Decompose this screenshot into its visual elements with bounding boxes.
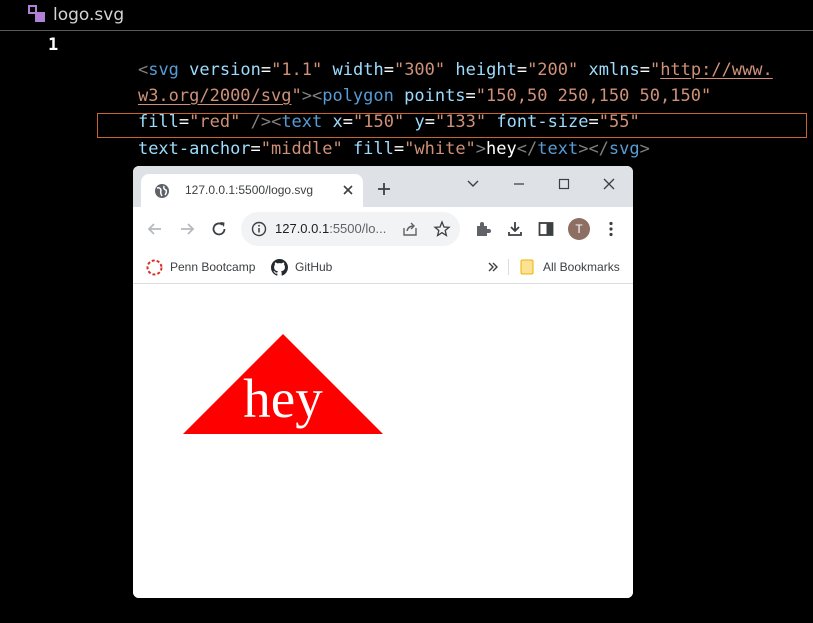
maximize-icon[interactable] [549,172,579,196]
side-panel-icon[interactable] [536,219,556,239]
bookmarks-separator [508,259,509,275]
reload-icon[interactable] [209,219,229,239]
editor-tab-bar: logo.svg [0,0,813,31]
back-arrow-icon[interactable] [145,219,165,239]
close-tab-icon[interactable] [339,181,357,199]
browser-toolbar: 127.0.0.1:5500/lo... T [133,207,633,251]
code-line-4: text-anchor="middle" fill="white">hey</t… [137,139,650,159]
all-bookmarks-folder[interactable]: All Bookmarks [520,251,620,283]
address-bar[interactable]: 127.0.0.1:5500/lo... [241,212,460,246]
folder-icon [520,259,534,275]
tab-search-icon[interactable] [458,172,488,196]
bookmarks-bar: Penn Bootcamp GitHub All Bookmarks [133,251,633,284]
minimize-icon[interactable] [504,172,534,196]
globe-icon [155,184,169,198]
address-text: 127.0.0.1:5500/lo... [275,221,387,236]
line-number: 1 [48,35,59,55]
github-icon [271,258,288,276]
new-tab-icon[interactable] [376,181,392,197]
bookmark-star-icon[interactable] [433,220,451,238]
more-menu-icon[interactable] [601,219,621,239]
more-bookmarks-icon[interactable] [485,259,501,275]
forward-arrow-icon[interactable] [177,219,197,239]
close-window-icon[interactable] [594,172,624,196]
code-line-1: <svg version="1.1" width="300" height="2… [137,60,773,80]
rendered-svg-logo: hey [183,334,383,434]
bookmark-github[interactable]: GitHub [271,251,332,283]
extensions-puzzle-icon[interactable] [473,219,493,239]
profile-avatar[interactable]: T [568,218,590,240]
browser-tab[interactable]: 127.0.0.1:5500/logo.svg [141,174,363,207]
site-info-icon[interactable] [251,221,267,237]
code-line-2: w3.org/2000/svg"><polygon points="150,50… [137,86,712,106]
page-viewport: hey [133,284,633,598]
browser-titlebar: 127.0.0.1:5500/logo.svg [133,166,633,207]
code-line-3: fill="red" /><text x="150" y="133" font-… [137,112,640,132]
tab-title: 127.0.0.1:5500/logo.svg [185,183,314,197]
svg-file-icon [28,5,45,22]
browser-window: 127.0.0.1:5500/logo.svg 127.0.0.1:5500/l… [133,166,633,598]
penn-logo-icon [146,259,163,275]
download-icon[interactable] [505,219,525,239]
editor-file-tab[interactable]: logo.svg [53,5,124,25]
share-icon[interactable] [401,220,419,238]
bookmark-penn-bootcamp[interactable]: Penn Bootcamp [146,251,255,283]
logo-text: hey [243,368,323,429]
